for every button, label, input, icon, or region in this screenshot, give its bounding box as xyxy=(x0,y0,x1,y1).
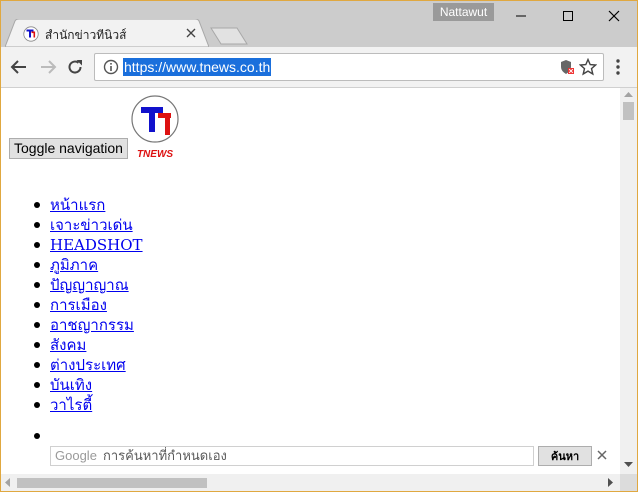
nav-link-crime[interactable]: อาชญากรรม xyxy=(50,316,134,334)
close-icon xyxy=(608,10,620,22)
close-window-button[interactable] xyxy=(591,1,637,31)
clear-search-icon[interactable] xyxy=(597,450,607,460)
page-viewport: Toggle navigation TNEWS หน้าแรก เจาะข่าว… xyxy=(1,88,620,474)
nav-item: HEADSHOT xyxy=(1,235,143,255)
nav-item: วาไรตี้ xyxy=(1,395,143,415)
tnews-favicon-icon xyxy=(23,26,39,42)
nav-item: เจาะข่าวเด่น xyxy=(1,215,143,235)
new-tab-button[interactable] xyxy=(209,27,249,45)
forward-arrow-icon[interactable] xyxy=(38,57,58,77)
search-button[interactable]: ค้นหา xyxy=(538,446,592,466)
main-nav-list: หน้าแรก เจาะข่าวเด่น HEADSHOT ภูมิภาค ปั… xyxy=(1,195,143,415)
scroll-left-arrow-icon[interactable] xyxy=(5,478,11,487)
horizontal-scroll-thumb[interactable] xyxy=(17,478,207,488)
back-arrow-icon[interactable] xyxy=(9,57,29,77)
nav-item: อาชญากรรม xyxy=(1,315,143,335)
nav-link-home[interactable]: หน้าแรก xyxy=(50,196,105,214)
logo-text: TNEWS xyxy=(137,149,173,160)
reload-icon[interactable] xyxy=(65,57,85,77)
nav-link-variety[interactable]: วาไรตี้ xyxy=(50,396,92,414)
address-bar[interactable]: https://www.tnews.co.th xyxy=(94,53,604,81)
nav-link-headshot[interactable]: HEADSHOT xyxy=(50,236,143,254)
nav-link-entertainment[interactable]: บันเทิง xyxy=(50,376,92,394)
minimize-icon xyxy=(516,15,526,17)
browser-window: Nattawut สำนักข่าวทีนิวส์ https://www.tn… xyxy=(0,0,638,492)
title-bar: Nattawut สำนักข่าวทีนิวส์ xyxy=(1,1,637,47)
minimize-button[interactable] xyxy=(498,1,544,31)
nav-link-headline-news[interactable]: เจาะข่าวเด่น xyxy=(50,216,133,234)
browser-toolbar: https://www.tnews.co.th xyxy=(1,47,637,88)
nav-link-wisdom[interactable]: ปัญญาญาณ xyxy=(50,276,129,294)
nav-link-society[interactable]: สังคม xyxy=(50,336,86,354)
search-input[interactable] xyxy=(103,447,523,465)
nav-item: ภูมิภาค xyxy=(1,255,143,275)
scroll-up-arrow-icon[interactable] xyxy=(624,92,633,98)
nav-item: บันเทิง xyxy=(1,375,143,395)
scroll-right-arrow-icon[interactable] xyxy=(608,478,614,487)
url-text[interactable]: https://www.tnews.co.th xyxy=(123,58,272,76)
maximize-button[interactable] xyxy=(545,1,591,31)
custom-search-box[interactable]: Google xyxy=(50,446,534,466)
shield-blocked-icon[interactable] xyxy=(559,59,575,75)
nav-item: ต่างประเทศ xyxy=(1,355,143,375)
nav-link-foreign[interactable]: ต่างประเทศ xyxy=(50,356,126,374)
vertical-scrollbar[interactable] xyxy=(620,88,637,474)
toggle-navigation-button[interactable]: Toggle navigation xyxy=(9,138,128,159)
nav-link-region[interactable]: ภูมิภาค xyxy=(50,256,98,274)
nav-link-politics[interactable]: การเมือง xyxy=(50,296,107,314)
vertical-scroll-thumb[interactable] xyxy=(623,102,634,120)
nav-item: การเมือง xyxy=(1,295,143,315)
bookmark-star-icon[interactable] xyxy=(579,58,597,76)
tab-close-icon[interactable] xyxy=(185,27,197,39)
scrollbar-corner xyxy=(620,474,637,491)
tab-title: สำนักข่าวทีนิวส์ xyxy=(45,28,127,42)
horizontal-scrollbar[interactable] xyxy=(1,474,620,491)
nav-item: หน้าแรก xyxy=(1,195,143,215)
info-icon[interactable] xyxy=(103,59,119,75)
kebab-menu-icon[interactable] xyxy=(615,58,621,76)
profile-name-badge[interactable]: Nattawut xyxy=(433,3,494,21)
nav-item: ปัญญาญาณ xyxy=(1,275,143,295)
scroll-down-arrow-icon[interactable] xyxy=(624,462,633,468)
maximize-icon xyxy=(563,11,573,21)
nav-item: สังคม xyxy=(1,335,143,355)
tnews-logo[interactable]: TNEWS xyxy=(130,94,180,160)
search-list-bullet xyxy=(34,433,40,439)
browser-tab-active[interactable]: สำนักข่าวทีนิวส์ xyxy=(5,19,209,47)
google-brand-label: Google xyxy=(55,448,97,463)
